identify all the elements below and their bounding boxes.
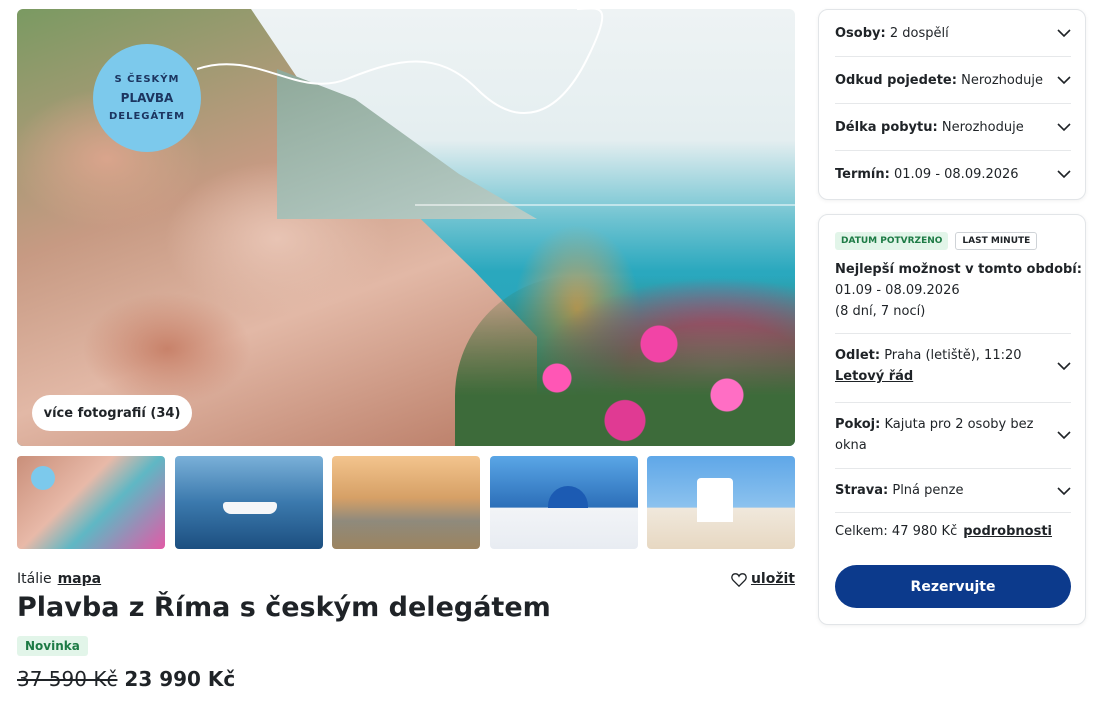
offer-panel: DATUM POTVRZENO LAST MINUTE Nejlepší mož…	[818, 214, 1086, 625]
divider	[835, 468, 1071, 469]
board-row[interactable]: Strava: Plná penze	[835, 480, 1071, 501]
filter-departure-label: Odkud pojedete:	[835, 72, 957, 88]
best-option-length: (8 dní, 7 nocí)	[835, 304, 926, 319]
location: Itálie mapa	[17, 571, 101, 587]
details-link[interactable]: podrobnosti	[963, 524, 1052, 539]
chevron-down-icon	[1057, 29, 1071, 38]
chevron-down-icon	[1057, 486, 1071, 495]
filter-panel: Osoby: 2 dospělí Odkud pojedete: Nerozho…	[818, 9, 1086, 200]
reserve-button[interactable]: Rezervujte	[835, 565, 1071, 608]
stamp-center: PLAVBA	[120, 91, 174, 105]
ship-shape	[223, 502, 277, 514]
thumbnail-santorini-domes[interactable]	[490, 456, 638, 549]
country-label: Itálie	[17, 571, 52, 587]
offer-tags: DATUM POTVRZENO LAST MINUTE	[835, 232, 1038, 250]
filter-departure[interactable]: Odkud pojedete: Nerozhoduje	[835, 57, 1071, 103]
price: 37 590 Kč 23 990 Kč	[17, 667, 235, 691]
filter-departure-value: Nerozhoduje	[961, 72, 1043, 88]
save-button[interactable]: uložit	[731, 571, 795, 587]
room-row[interactable]: Pokoj: Kajuta pro 2 osoby bez okna	[835, 414, 1071, 456]
white-church	[697, 478, 733, 522]
filter-length[interactable]: Délka pobytu: Nerozhoduje	[835, 104, 1071, 150]
board-label: Strava:	[835, 483, 889, 498]
price-old: 37 590 Kč	[17, 667, 118, 691]
board-value: Plná penze	[892, 483, 964, 498]
main-photo[interactable]: S ČESKÝM PLAVBA DELEGÁTEM více fotografi…	[17, 9, 795, 446]
decorative-wave-line	[197, 9, 604, 114]
divider	[835, 512, 1071, 513]
thumbnail-rome-rooftops[interactable]	[332, 456, 480, 549]
divider	[835, 402, 1071, 403]
total-label: Celkem: 47 980 Kč	[835, 524, 958, 539]
heart-icon	[731, 572, 747, 587]
blue-dome	[548, 486, 588, 508]
filter-date[interactable]: Termín: 01.09 - 08.09.2026	[835, 151, 1071, 197]
horizon-line	[415, 204, 795, 206]
cruise-delegate-stamp: S ČESKÝM PLAVBA DELEGÁTEM	[93, 44, 201, 152]
page-title: Plavba z Říma s českým delegátem	[17, 592, 551, 623]
new-badge: Novinka	[17, 636, 88, 656]
date-confirmed-tag: DATUM POTVRZENO	[835, 232, 949, 250]
more-photos-button[interactable]: více fotografií (34)	[32, 395, 192, 431]
filter-persons-label: Osoby:	[835, 25, 886, 41]
room-label: Pokoj:	[835, 417, 881, 432]
best-option-title: Nejlepší možnost v tomto období:	[835, 262, 1082, 277]
chevron-down-icon	[1057, 170, 1071, 179]
thumbnail-santorini-church[interactable]	[647, 456, 795, 549]
stamp-ring-top: S ČESKÝM	[114, 74, 180, 85]
last-minute-tag: LAST MINUTE	[955, 232, 1038, 250]
chevron-down-icon	[1057, 123, 1071, 132]
departure-row[interactable]: Odlet: Praha (letiště), 11:20 Letový řád	[835, 345, 1071, 387]
map-link[interactable]: mapa	[58, 571, 102, 587]
price-new: 23 990 Kč	[124, 667, 236, 691]
timetable-link[interactable]: Letový řád	[835, 366, 1045, 387]
total-price: Celkem: 47 980 Kč podrobnosti	[835, 524, 1052, 539]
best-option: Nejlepší možnost v tomto období: 01.09 -…	[835, 259, 1082, 322]
stamp-ring-bottom: DELEGÁTEM	[108, 111, 186, 122]
stamp-mini	[31, 466, 55, 490]
bougainvillea-flowers	[455, 276, 795, 446]
thumbnail-cruise-ship[interactable]	[175, 456, 323, 549]
best-option-dates: 01.09 - 08.09.2026	[835, 283, 960, 298]
thumbnail-amalfi-coast[interactable]	[17, 456, 165, 549]
chevron-down-icon	[1057, 431, 1071, 440]
filter-length-value: Nerozhoduje	[941, 119, 1024, 135]
filter-date-label: Termín:	[835, 166, 890, 182]
divider	[835, 333, 1071, 334]
departure-label: Odlet:	[835, 348, 881, 363]
save-label: uložit	[750, 571, 795, 587]
chevron-down-icon	[1057, 362, 1071, 371]
filter-date-value: 01.09 - 08.09.2026	[893, 166, 1019, 182]
filter-length-label: Délka pobytu:	[835, 119, 938, 135]
filter-persons-value: 2 dospělí	[889, 25, 949, 41]
filter-persons[interactable]: Osoby: 2 dospělí	[835, 10, 1071, 56]
departure-value: Praha (letiště), 11:20	[884, 348, 1022, 363]
chevron-down-icon	[1057, 76, 1071, 85]
